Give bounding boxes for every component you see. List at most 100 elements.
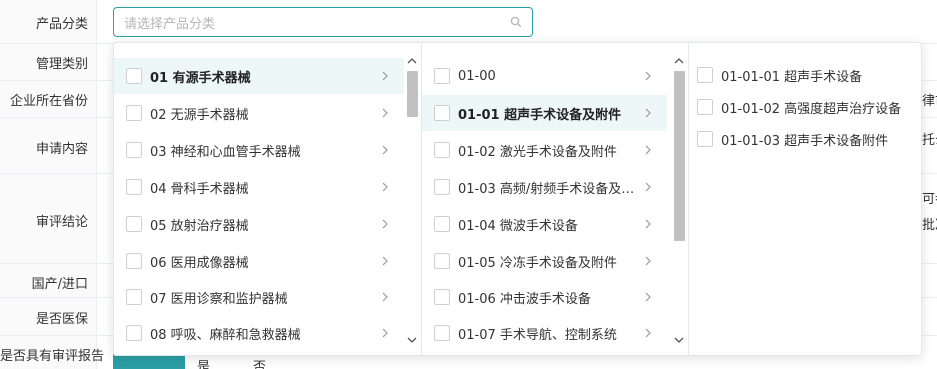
partial-text-conclusion-b: 批准 xyxy=(922,218,937,233)
option-checkbox[interactable] xyxy=(697,99,713,115)
chevron-right-icon xyxy=(641,254,655,268)
option-label: 04 骨科手术器械 xyxy=(150,181,249,197)
level2-scroll-thumb[interactable] xyxy=(674,71,685,241)
label-medical-insurance: 是否医保 xyxy=(35,312,88,327)
cascader-option-l1[interactable]: 03 神经和心血管手术器械 xyxy=(114,132,404,168)
chevron-right-icon xyxy=(641,143,655,157)
option-label: 03 神经和心血管手术器械 xyxy=(150,144,301,160)
report-option-no[interactable]: 否 xyxy=(253,356,266,369)
label-domestic-import: 国产/进口 xyxy=(31,277,88,292)
chevron-down-icon[interactable] xyxy=(671,333,687,347)
cascader-option-l2[interactable]: 01-05 冷冻手术设备及附件 xyxy=(422,243,667,279)
label-management-class: 管理类别 xyxy=(35,57,88,72)
chevron-right-icon xyxy=(378,290,392,304)
cascader-dropdown: 01 有源手术器械 02 无源手术器械 03 神经和心血管手术器械 04 骨科手… xyxy=(113,42,922,356)
cascader-option-l3[interactable]: 01-01-01 超声手术设备 xyxy=(689,57,921,93)
option-checkbox[interactable] xyxy=(126,289,142,305)
chevron-right-icon xyxy=(378,254,392,268)
option-checkbox[interactable] xyxy=(434,289,450,305)
cascader-option-l1[interactable]: 05 放射治疗器械 xyxy=(114,206,404,242)
cascader-panel-level3: 01-01-01 超声手术设备 01-01-02 高强度超声治疗设备 01-01… xyxy=(689,43,921,355)
option-label: 05 放射治疗器械 xyxy=(150,218,249,234)
chevron-up-icon[interactable] xyxy=(404,53,420,67)
option-checkbox[interactable] xyxy=(434,216,450,232)
cascader-option-l2[interactable]: 01-03 高频/射频手术设备及附件 xyxy=(422,169,667,205)
option-checkbox[interactable] xyxy=(126,105,142,121)
cascader-option-l3[interactable]: 01-01-02 高强度超声治疗设备 xyxy=(689,89,921,125)
cascader-panel-level1: 01 有源手术器械 02 无源手术器械 03 神经和心血管手术器械 04 骨科手… xyxy=(114,43,422,355)
chevron-right-icon xyxy=(378,217,392,231)
cascader-option-l2[interactable]: 01-00 xyxy=(422,58,667,94)
option-label: 06 医用成像器械 xyxy=(150,255,249,271)
option-label: 01-04 微波手术设备 xyxy=(458,218,578,234)
option-label: 08 呼吸、麻醉和急救器械 xyxy=(150,327,301,343)
label-review-conclusion: 审评结论 xyxy=(35,215,88,230)
chevron-right-icon xyxy=(641,217,655,231)
option-checkbox[interactable] xyxy=(126,142,142,158)
option-label: 01-06 冲击波手术设备 xyxy=(458,291,591,307)
chevron-right-icon xyxy=(641,69,655,83)
chevron-down-icon[interactable] xyxy=(404,333,420,347)
chevron-right-icon xyxy=(641,326,655,340)
chevron-right-icon xyxy=(378,326,392,340)
option-checkbox[interactable] xyxy=(126,68,142,84)
level1-scrollbar[interactable] xyxy=(404,53,420,347)
level2-scrollbar[interactable] xyxy=(671,53,687,347)
chevron-right-icon xyxy=(641,290,655,304)
cascader-option-l2[interactable]: 01-04 微波手术设备 xyxy=(422,206,667,242)
option-label: 01-01-01 超声手术设备 xyxy=(721,69,863,85)
cascader-option-l2[interactable]: 01-02 激光手术设备及附件 xyxy=(422,132,667,168)
cascader-option-l2[interactable]: 01-06 冲击波手术设备 xyxy=(422,279,667,315)
option-label: 07 医用诊察和监护器械 xyxy=(150,291,288,307)
select-placeholder: 请选择产品分类 xyxy=(124,16,216,32)
option-checkbox[interactable] xyxy=(126,179,142,195)
product-category-select[interactable]: 请选择产品分类 xyxy=(113,7,533,37)
option-checkbox[interactable] xyxy=(126,253,142,269)
search-icon xyxy=(510,16,522,28)
option-checkbox[interactable] xyxy=(697,67,713,83)
option-label: 01-03 高频/射频手术设备及附件 xyxy=(458,181,641,197)
chevron-up-icon[interactable] xyxy=(671,53,687,67)
option-checkbox[interactable] xyxy=(126,216,142,232)
option-label: 01-01-03 超声手术设备附件 xyxy=(721,133,889,149)
cascader-option-l1[interactable]: 01 有源手术器械 xyxy=(114,58,404,94)
option-checkbox[interactable] xyxy=(434,142,450,158)
option-label: 01-02 激光手术设备及附件 xyxy=(458,144,617,160)
option-checkbox[interactable] xyxy=(434,105,450,121)
option-checkbox[interactable] xyxy=(697,131,713,147)
option-checkbox[interactable] xyxy=(434,325,450,341)
chevron-right-icon xyxy=(378,180,392,194)
partial-text-conclusion-a: 可参 xyxy=(922,192,937,207)
option-label: 01-01-02 高强度超声治疗设备 xyxy=(721,101,902,117)
chevron-right-icon xyxy=(378,106,392,120)
report-option-yes[interactable]: 是 xyxy=(197,356,210,369)
partial-text-province: 律市 xyxy=(922,94,937,109)
option-label: 01 有源手术器械 xyxy=(150,70,251,86)
cascader-option-l2[interactable]: 01-07 手术导航、控制系统 xyxy=(422,315,667,351)
option-label: 01-00 xyxy=(458,68,496,84)
chevron-right-icon xyxy=(641,180,655,194)
cascader-option-l1[interactable]: 07 医用诊察和监护器械 xyxy=(114,279,404,315)
option-label: 01-05 冷冻手术设备及附件 xyxy=(458,255,617,271)
option-label: 01-01 超声手术设备及附件 xyxy=(458,107,622,123)
partial-text-application: 托么 xyxy=(922,133,937,148)
option-label: 02 无源手术器械 xyxy=(150,107,249,123)
cascader-option-l2[interactable]: 01-01 超声手术设备及附件 xyxy=(422,95,667,131)
label-review-report: 是否具有审评报告 xyxy=(0,349,105,364)
cascader-option-l3[interactable]: 01-01-03 超声手术设备附件 xyxy=(689,121,921,157)
option-checkbox[interactable] xyxy=(434,179,450,195)
chevron-right-icon xyxy=(378,69,392,83)
cascader-option-l1[interactable]: 02 无源手术器械 xyxy=(114,95,404,131)
option-checkbox[interactable] xyxy=(434,253,450,269)
cascader-panel-level2: 01-00 01-01 超声手术设备及附件 01-02 激光手术设备及附件 01… xyxy=(422,43,689,355)
cascader-option-l1[interactable]: 06 医用成像器械 xyxy=(114,243,404,279)
chevron-right-icon xyxy=(378,143,392,157)
label-province: 企业所在省份 xyxy=(9,94,88,109)
level1-scroll-thumb[interactable] xyxy=(407,71,418,117)
option-checkbox[interactable] xyxy=(126,325,142,341)
option-label: 01-07 手术导航、控制系统 xyxy=(458,327,617,343)
option-checkbox[interactable] xyxy=(434,68,450,84)
chevron-right-icon xyxy=(641,106,655,120)
cascader-option-l1[interactable]: 04 骨科手术器械 xyxy=(114,169,404,205)
cascader-option-l1[interactable]: 08 呼吸、麻醉和急救器械 xyxy=(114,315,404,351)
